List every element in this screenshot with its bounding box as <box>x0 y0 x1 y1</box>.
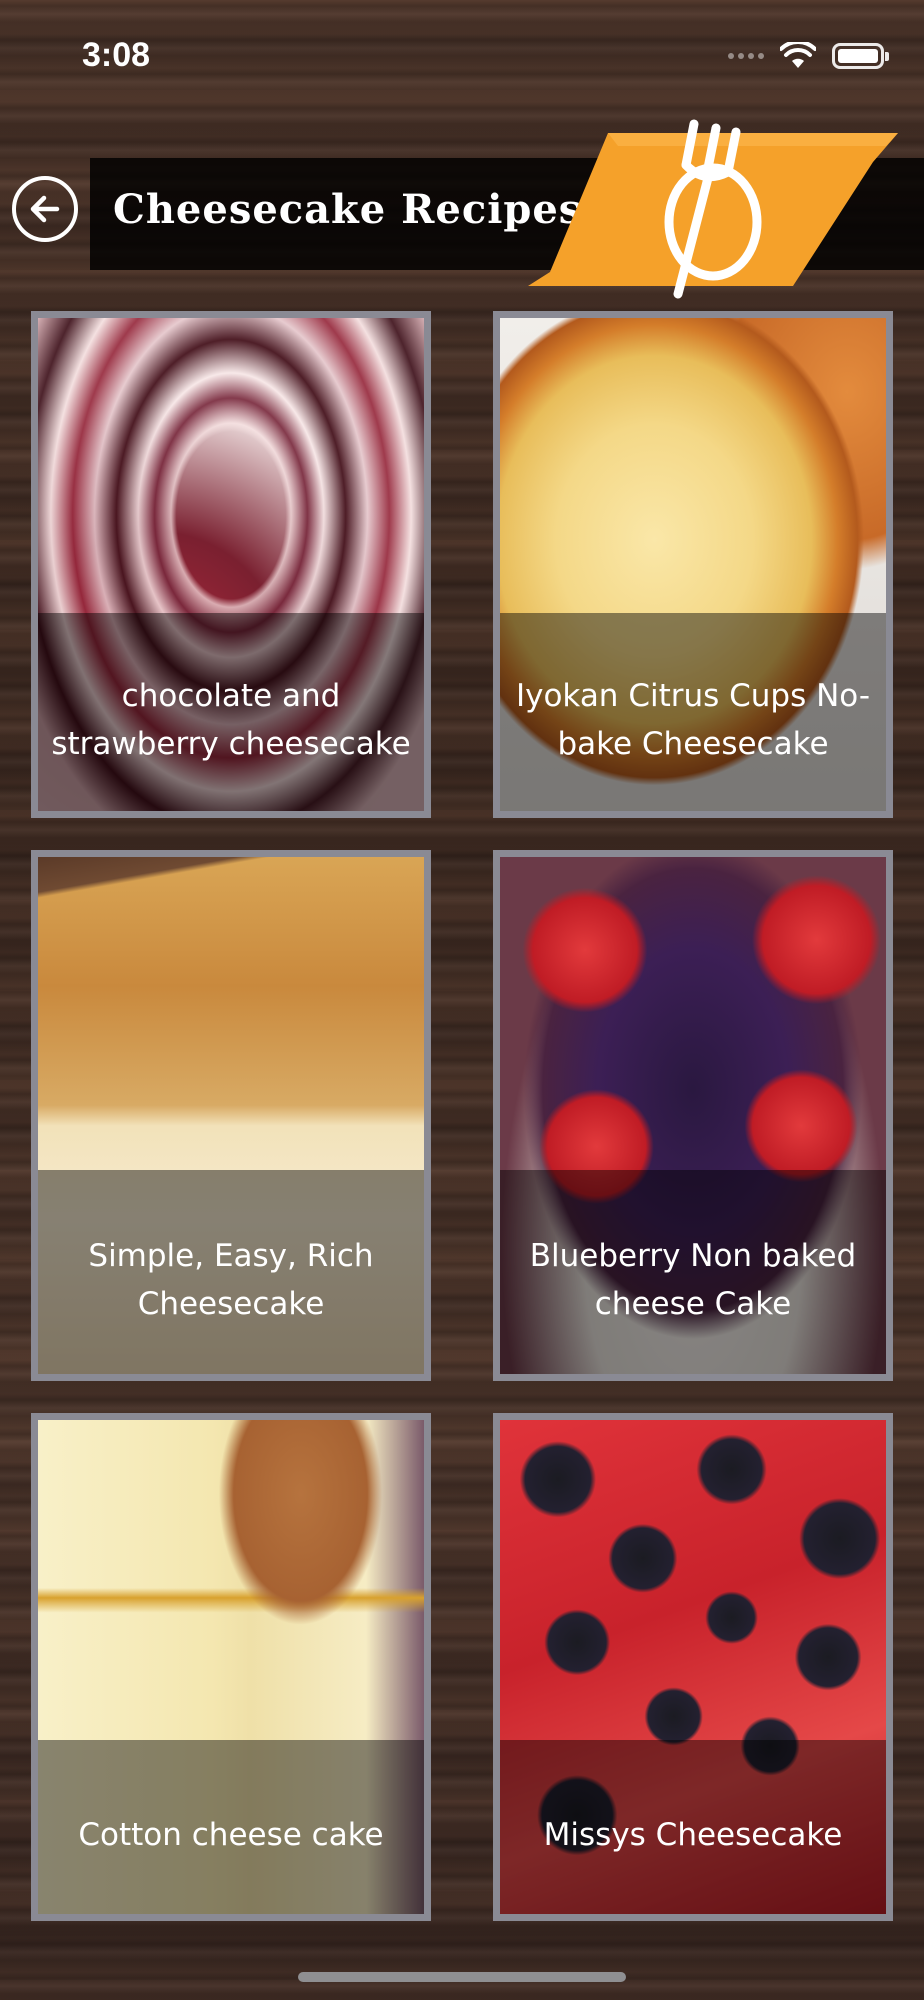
status-icons <box>728 42 889 70</box>
back-button[interactable] <box>12 176 78 242</box>
recipe-card[interactable]: Iyokan Citrus Cups No-bake Cheesecake <box>493 311 893 818</box>
recipe-title: Iyokan Citrus Cups No-bake Cheesecake <box>515 678 871 762</box>
status-time: 3:08 <box>82 36 151 74</box>
fork-logo-icon <box>528 119 898 299</box>
recipe-title: Blueberry Non baked cheese Cake <box>529 1238 857 1322</box>
recipe-card[interactable]: Simple, Easy, Rich Cheesecake <box>31 850 431 1381</box>
signal-icon <box>728 53 764 59</box>
recipe-title: Cotton cheese cake <box>78 1817 384 1853</box>
recipe-card[interactable]: Cotton cheese cake <box>31 1413 431 1921</box>
status-bar: 3:08 <box>0 0 924 118</box>
recipe-title: Simple, Easy, Rich Cheesecake <box>88 1238 374 1322</box>
recipe-card[interactable]: Missys Cheesecake <box>493 1413 893 1921</box>
recipe-title: Missys Cheesecake <box>543 1817 843 1853</box>
battery-icon <box>832 43 889 69</box>
home-indicator[interactable] <box>298 1972 626 1982</box>
wifi-icon <box>780 42 816 68</box>
recipe-title: chocolate and strawberry cheesecake <box>51 678 411 762</box>
recipe-card[interactable]: chocolate and strawberry cheesecake <box>31 311 431 818</box>
back-arrow-icon <box>30 195 60 223</box>
page-title: Cheesecake Recipes <box>113 186 583 233</box>
recipe-card[interactable]: Blueberry Non baked cheese Cake <box>493 850 893 1381</box>
